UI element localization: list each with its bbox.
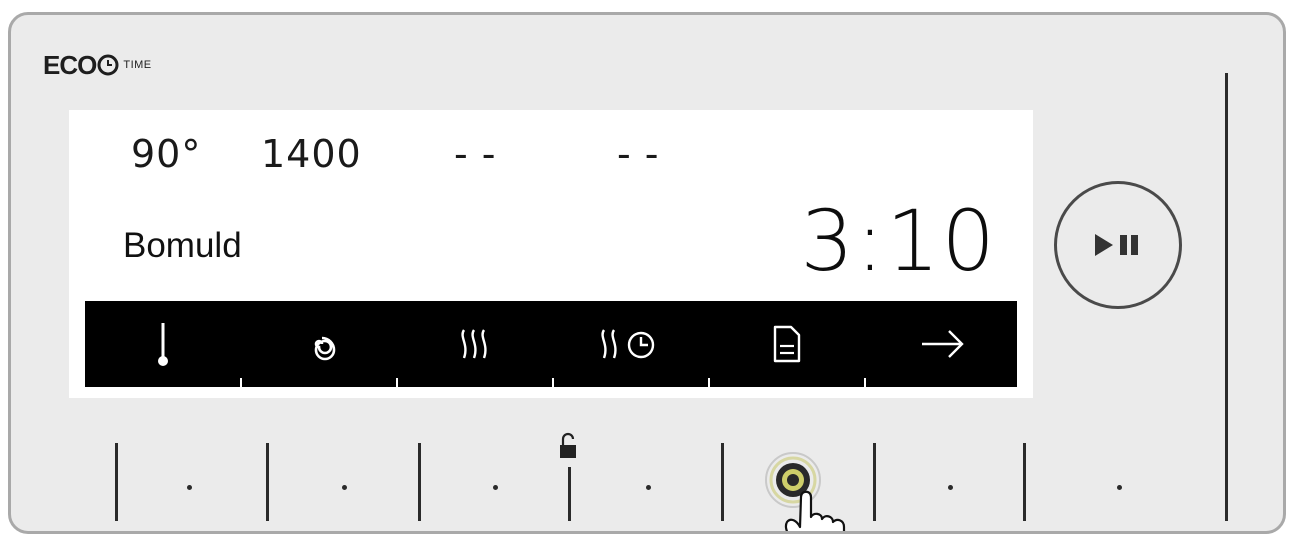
brand-logo: ECO TIME xyxy=(43,49,152,80)
key-spin[interactable] xyxy=(342,485,347,490)
key-separator xyxy=(873,443,876,521)
key-separator xyxy=(1023,443,1026,521)
document-icon xyxy=(773,325,801,363)
play-pause-icon xyxy=(1095,234,1138,256)
option-b-value: - - xyxy=(617,132,660,176)
spin-speed-value: 1400 xyxy=(261,132,362,176)
document-option[interactable] xyxy=(709,301,865,387)
next-option[interactable] xyxy=(865,301,1021,387)
control-panel: ECO TIME 90° 1400 - - - - Bomuld 3:10 xyxy=(8,12,1286,534)
key-steam[interactable] xyxy=(493,485,498,490)
key-option-5[interactable] xyxy=(948,485,953,490)
steam-timer-option[interactable] xyxy=(553,301,709,387)
arrow-right-icon xyxy=(922,330,964,358)
bar-separator xyxy=(396,378,398,387)
brand-clock-icon xyxy=(97,54,119,76)
bar-separator xyxy=(864,378,866,387)
key-next[interactable] xyxy=(1117,485,1122,490)
brand-eco-text: ECO xyxy=(43,49,97,80)
lock-icon xyxy=(560,432,576,458)
program-name: Bomuld xyxy=(123,226,242,265)
steam-timer-icon xyxy=(601,329,655,359)
lcd-display: 90° 1400 - - - - Bomuld 3:10 xyxy=(69,110,1033,398)
spin-option[interactable] xyxy=(241,301,397,387)
bar-separator xyxy=(552,378,554,387)
time-remaining: 3:10 xyxy=(800,192,997,290)
spin-icon xyxy=(314,336,336,361)
play-pause-button[interactable] xyxy=(1054,181,1182,309)
function-icon-bar xyxy=(85,301,1017,387)
child-lock-key[interactable] xyxy=(568,467,571,521)
bar-separator xyxy=(708,378,710,387)
panel-divider xyxy=(1225,73,1228,521)
steam-option[interactable] xyxy=(397,301,553,387)
temperature-value: 90° xyxy=(131,132,202,176)
brand-time-text: TIME xyxy=(123,59,152,71)
temperature-option[interactable] xyxy=(85,301,241,387)
thermometer-icon xyxy=(158,323,168,366)
key-separator xyxy=(115,443,118,521)
key-separator xyxy=(418,443,421,521)
key-steam-timer[interactable] xyxy=(646,485,651,490)
key-temperature[interactable] xyxy=(187,485,192,490)
finger-pointer-icon xyxy=(784,490,846,531)
option-a-value: - - xyxy=(454,132,497,176)
bar-separator xyxy=(240,378,242,387)
key-separator xyxy=(721,443,724,521)
steam-icon xyxy=(461,329,487,359)
key-separator xyxy=(266,443,269,521)
